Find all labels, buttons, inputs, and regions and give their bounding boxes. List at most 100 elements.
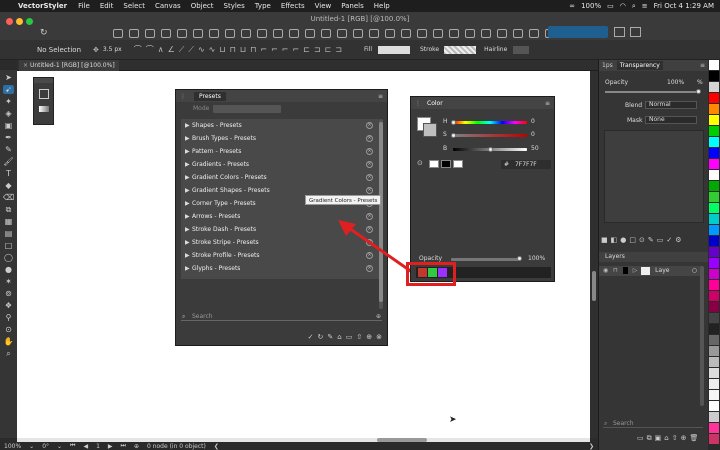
dock-mask-icon[interactable]: ■ [601, 236, 608, 244]
boolean-icon[interactable] [401, 29, 411, 38]
menu-object[interactable]: Object [186, 2, 219, 10]
expand-arrow-icon[interactable]: ▶ [185, 187, 192, 194]
color-swatch[interactable] [709, 335, 719, 345]
grid-tool-icon[interactable]: ▦ [3, 217, 14, 226]
node-tool-2-icon[interactable]: ⌒ [146, 44, 154, 55]
node-tool-7-icon[interactable]: ∿ [198, 45, 205, 54]
blend-tool-icon[interactable]: ⧉ [3, 205, 14, 214]
presets-tab[interactable]: Presets [194, 91, 226, 101]
stroke-swatch[interactable] [444, 45, 477, 54]
saturation-slider[interactable] [453, 134, 527, 137]
node-tool-18-icon[interactable]: ⊐ [314, 45, 321, 54]
artboard-tool-icon[interactable]: ▣ [3, 121, 14, 130]
next-page-icon[interactable]: ▶ [104, 443, 117, 450]
layers-panel-header[interactable]: Layers [599, 252, 709, 262]
blend-icon[interactable] [305, 29, 315, 38]
dock-tab-num[interactable]: 1ps [602, 62, 613, 69]
expand-arrow-icon[interactable]: ▶ [185, 135, 192, 142]
dock-link-icon[interactable]: ⊙ [639, 236, 645, 244]
remove-icon[interactable]: × [366, 174, 373, 181]
folder-icon[interactable]: ⌂ [337, 333, 341, 341]
pen-tool-icon[interactable]: ✒ [3, 133, 14, 142]
document-tab[interactable]: × Untitled-1 [RGB] [@100.0%] [19, 60, 119, 71]
delete-icon[interactable]: ⊗ [376, 333, 382, 341]
grid-icon[interactable] [497, 29, 507, 38]
eraser-tool-icon[interactable]: ⌫ [3, 193, 14, 202]
expand-arrow-icon[interactable]: ▶ [185, 122, 192, 129]
mesh-tool-icon[interactable]: ▤ [3, 229, 14, 238]
clip-icon[interactable] [385, 29, 395, 38]
expand-arrow-icon[interactable]: ▶ [185, 265, 192, 272]
layers-scrollbar[interactable] [700, 266, 704, 406]
node-tool-17-icon[interactable]: ⊏ [303, 45, 310, 54]
node-tool-20-icon[interactable]: ⊐ [335, 45, 342, 54]
color-swatch[interactable] [709, 324, 719, 334]
offset-icon[interactable] [449, 29, 459, 38]
color-swatch[interactable] [709, 280, 719, 290]
node-tool-11-icon[interactable]: ⊔ [240, 45, 246, 54]
export-icon[interactable]: ⇧ [672, 434, 678, 443]
weld-icon[interactable] [433, 29, 443, 38]
remove-icon[interactable]: × [366, 135, 373, 142]
color-swatch[interactable] [709, 148, 719, 158]
stroke-color-swatch[interactable] [423, 123, 437, 137]
zoom-tool-icon[interactable]: ⌕ [3, 349, 14, 358]
edit-icon[interactable]: ✎ [327, 333, 333, 341]
close-window-button[interactable] [6, 18, 13, 25]
undo-icon[interactable] [113, 29, 123, 38]
zoom-field[interactable]: 100% [0, 443, 25, 450]
menu-panels[interactable]: Panels [336, 2, 369, 10]
color-swatch[interactable] [709, 357, 719, 367]
combine-icon[interactable] [161, 29, 171, 38]
zoom-window-button[interactable] [26, 18, 33, 25]
menu-effects[interactable]: Effects [276, 2, 310, 10]
spiral-tool-icon[interactable]: ⊚ [3, 289, 14, 298]
white-color-swatch[interactable] [453, 160, 463, 168]
panel-menu-icon[interactable]: ≡ [378, 93, 383, 100]
hairline-dropdown[interactable]: Hairline [484, 46, 507, 53]
panel-grip-icon[interactable]: ⋮ [415, 100, 421, 107]
page-field[interactable]: 1 [92, 443, 104, 450]
text-path-icon[interactable] [337, 29, 347, 38]
lock-icon[interactable]: ⊓ [613, 267, 618, 274]
expand-icon[interactable] [369, 29, 379, 38]
minimize-window-button[interactable] [16, 18, 23, 25]
mask-dropdown[interactable]: None [645, 116, 697, 124]
color-panel-header[interactable]: ⋮ Color ≡ [411, 97, 554, 109]
expand-arrow-icon[interactable]: ▶ [185, 200, 192, 207]
merge-icon[interactable]: ⊕ [681, 434, 687, 443]
expand-arrow-icon[interactable]: ▶ [185, 161, 192, 168]
layer-row[interactable]: ◉ ⊓ ▷ Laye ○ [599, 266, 703, 276]
expand-arrow-icon[interactable]: ▷ [633, 267, 638, 274]
link-icon[interactable]: ∞ [569, 2, 575, 10]
color-swatch[interactable] [709, 291, 719, 301]
color-swatch[interactable] [709, 346, 719, 356]
transform-tool-icon[interactable]: ✦ [3, 97, 14, 106]
dock-circle-icon[interactable]: ● [620, 236, 626, 244]
color-swatch[interactable] [709, 60, 719, 70]
presets-search-input[interactable]: ⌕ Search ⊕ [181, 312, 382, 321]
color-swatch[interactable] [709, 302, 719, 312]
app-name-menu[interactable]: VectorStyler [16, 2, 73, 10]
guides-icon[interactable] [513, 29, 523, 38]
remove-icon[interactable]: × [366, 187, 373, 194]
menu-canvas[interactable]: Canvas [150, 2, 186, 10]
symbol-tool-icon[interactable]: ❖ [3, 301, 14, 310]
shape-tool-icon[interactable]: ◯ [3, 253, 14, 262]
arrange-icon[interactable] [209, 29, 219, 38]
menu-help[interactable]: Help [369, 2, 395, 10]
color-swatch[interactable] [709, 401, 719, 411]
panel-grip-icon[interactable]: ⋮ [180, 93, 186, 100]
eyedropper-tool-icon[interactable]: ⚲ [3, 313, 14, 322]
fill-tool-icon[interactable]: ◆ [3, 181, 14, 190]
group-layer-icon[interactable]: ▣ [655, 434, 662, 443]
color-swatch[interactable] [709, 214, 719, 224]
list-item[interactable]: ▶ Pattern - Presets × [181, 145, 379, 158]
hue-slider-knob[interactable] [451, 120, 456, 125]
add-icon[interactable]: ⊕ [366, 333, 372, 341]
folder-icon[interactable]: ⌂ [664, 434, 668, 443]
expand-arrow-icon[interactable]: ▶ [185, 148, 192, 155]
node-tool-10-icon[interactable]: ⊓ [230, 45, 236, 54]
node-tool-13-icon[interactable]: ⌐ [260, 45, 267, 54]
scroll-right-icon[interactable]: ❯ [585, 443, 598, 450]
